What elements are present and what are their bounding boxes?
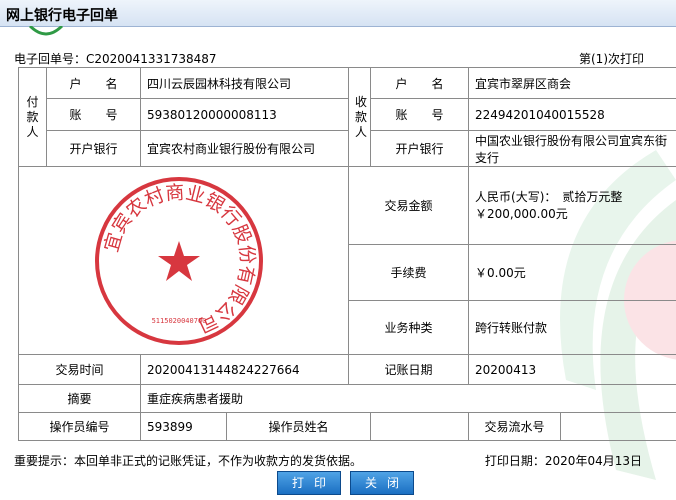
operator-id: 593899 xyxy=(141,413,227,441)
payer-bank: 宜宾农村商业银行股份有限公司 xyxy=(141,131,349,167)
bank-logo-icon xyxy=(26,26,66,38)
amount-cell: 人民币(大写)： 贰拾万元整 ￥200,000.00元 xyxy=(469,167,676,245)
operator-id-label: 操作员编号 xyxy=(19,413,141,441)
operator-name xyxy=(371,413,469,441)
amount-words: 人民币(大写)： 贰拾万元整 xyxy=(475,189,672,206)
payer-bank-label: 开户银行 xyxy=(47,131,141,167)
payee-name: 宜宾市翠屏区商会 xyxy=(469,68,676,99)
amount-label: 交易金额 xyxy=(349,167,469,245)
business-type: 跨行转账付款 xyxy=(469,301,676,355)
print-count: 第(1)次打印 xyxy=(579,50,644,67)
receipt-number: 电子回单号：C2020041331738487 xyxy=(14,50,217,67)
payee-account-label: 账 号 xyxy=(371,99,469,131)
amount-value: ￥200,000.00元 xyxy=(475,206,672,223)
seal-star-icon xyxy=(158,241,200,281)
serial xyxy=(561,413,676,441)
print-date: 打印日期：2020年04月13日 xyxy=(485,452,642,469)
notice: 重要提示：本回单非正式的记账凭证，不作为收款方的发货依据。 xyxy=(14,452,362,469)
payee-section-label: 收款人 xyxy=(349,68,371,167)
serial-label: 交易流水号 xyxy=(469,413,561,441)
window-title: 网上银行电子回单 xyxy=(6,5,118,25)
seal-area: 宜宾农村商业银行股份有限公司 5115020040700 xyxy=(19,167,349,355)
memo-label: 摘要 xyxy=(19,385,141,413)
payer-account-label: 账 号 xyxy=(47,99,141,131)
payee-bank-label: 开户银行 xyxy=(371,131,469,167)
payer-name-label: 户 名 xyxy=(47,68,141,99)
trans-time: 20200413144824227664 xyxy=(141,355,349,385)
payer-name: 四川云辰园林科技有限公司 xyxy=(141,68,349,99)
post-date-label: 记账日期 xyxy=(349,355,469,385)
payee-name-label: 户 名 xyxy=(371,68,469,99)
fee-value: ￥0.00元 xyxy=(469,245,676,301)
payer-section-label: 付款人 xyxy=(19,68,47,167)
receipt-table: 付款人 户 名 四川云辰园林科技有限公司 收款人 户 名 宜宾市翠屏区商会 账 … xyxy=(18,67,676,441)
operator-name-label: 操作员姓名 xyxy=(227,413,371,441)
post-date: 20200413 xyxy=(469,355,676,385)
payer-account: 59380120000008113 xyxy=(141,99,349,131)
payee-bank: 中国农业银行股份有限公司宜宾东街支行 xyxy=(469,131,676,167)
payee-account: 22494201040015528 xyxy=(469,99,676,131)
title-bar: 网上银行电子回单 xyxy=(0,0,676,27)
trans-time-label: 交易时间 xyxy=(19,355,141,385)
seal-number: 5115020040700 xyxy=(152,317,207,325)
print-button[interactable]: 打印 xyxy=(277,471,341,495)
fee-label: 手续费 xyxy=(349,245,469,301)
memo: 重症疾病患者援助 xyxy=(141,385,676,413)
bank-seal: 宜宾农村商业银行股份有限公司 5115020040700 xyxy=(89,171,269,351)
business-type-label: 业务种类 xyxy=(349,301,469,355)
close-button[interactable]: 关闭 xyxy=(350,471,414,495)
